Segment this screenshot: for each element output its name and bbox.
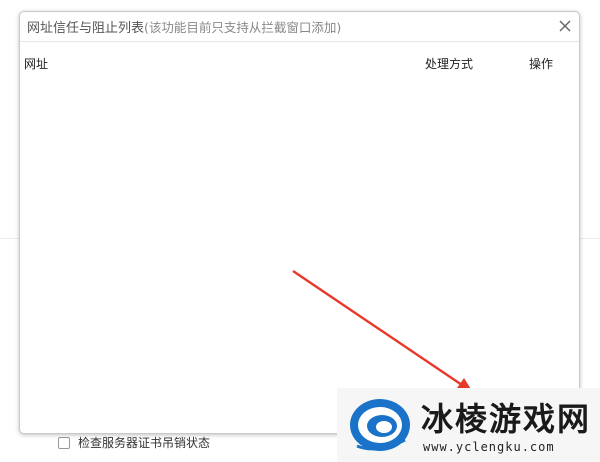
cert-revocation-label: 检查服务器证书吊销状态 [78,436,211,450]
column-header-action: 操作 [529,57,554,71]
close-button[interactable] [557,18,573,34]
column-header-method: 处理方式 [425,57,474,71]
column-header-url: 网址 [24,57,49,71]
table-header: 网址 处理方式 操作 [20,55,579,71]
cert-revocation-checkbox[interactable] [58,436,70,449]
watermark-site-url: www.yclengku.com [423,440,555,454]
dialog-titlebar: 网址信任与阻止列表(该功能目前只支持从拦截窗口添加) [20,12,579,42]
watermark-site-name: 冰棱游戏网 [421,400,592,438]
dialog-title-text: 网址信任与阻止列表 [27,21,145,36]
table-body [20,74,579,433]
cert-revocation-setting[interactable]: 检查服务器证书吊销状态 [58,434,210,451]
dialog-title: 网址信任与阻止列表(该功能目前只支持从拦截窗口添加) [27,17,341,36]
dialog-title-hint: (该功能目前只支持从拦截窗口添加) [144,20,342,35]
url-trust-block-dialog: 网址信任与阻止列表(该功能目前只支持从拦截窗口添加) 网址 处理方式 操作 [19,11,580,434]
site-logo-icon [350,399,410,451]
site-watermark: 冰棱游戏网 www.yclengku.com [337,388,600,462]
close-icon [559,20,571,32]
